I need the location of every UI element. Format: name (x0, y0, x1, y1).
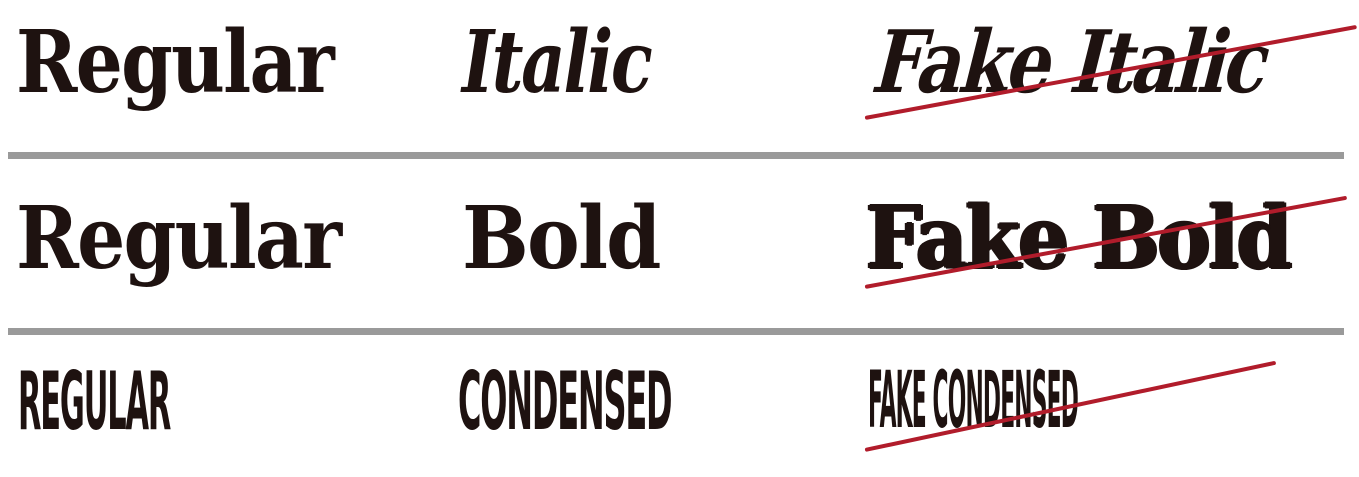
font-style-comparison: Regular Italic Fake Italic Regular Bold … (0, 0, 1359, 477)
row-divider (8, 152, 1344, 159)
italic-sample: Italic (462, 12, 653, 113)
condensed-sample: CONDENSED (458, 355, 673, 448)
regular-sample: Regular (16, 12, 335, 113)
bold-sample: Bold (462, 188, 662, 289)
row-divider (8, 328, 1344, 335)
regular-sample: Regular (16, 188, 342, 289)
fake-italic-sample: Fake Italic (864, 12, 1281, 113)
regular-caps-sample: REGULAR (18, 355, 171, 448)
fake-bold-sample: Fake Bold (866, 188, 1292, 289)
